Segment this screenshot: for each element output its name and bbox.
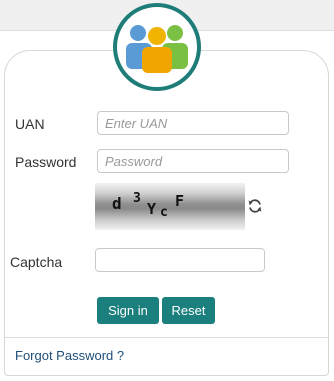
uan-label: UAN [15,116,45,132]
forgot-password-link[interactable]: Forgot Password ? [15,348,124,363]
captcha-input[interactable] [95,248,265,272]
captcha-char: Y [147,200,157,218]
captcha-label: Captcha [10,254,63,270]
login-page: UAN Password d 3 Y c F [0,0,334,381]
captcha-char: c [160,205,168,220]
password-input[interactable] [97,149,289,173]
uan-input[interactable] [97,111,289,135]
refresh-icon[interactable] [247,198,263,214]
people-group-icon [113,3,201,91]
captcha-image: d 3 Y c F [95,183,245,230]
sign-in-button[interactable]: Sign in [97,297,159,324]
captcha-char: 3 [133,191,141,206]
password-label: Password [15,154,77,170]
reset-button[interactable]: Reset [162,297,215,324]
divider [5,337,328,338]
people-group-icon-graphic [126,25,188,73]
captcha-char: F [175,192,185,210]
captcha-char: d [112,194,122,213]
